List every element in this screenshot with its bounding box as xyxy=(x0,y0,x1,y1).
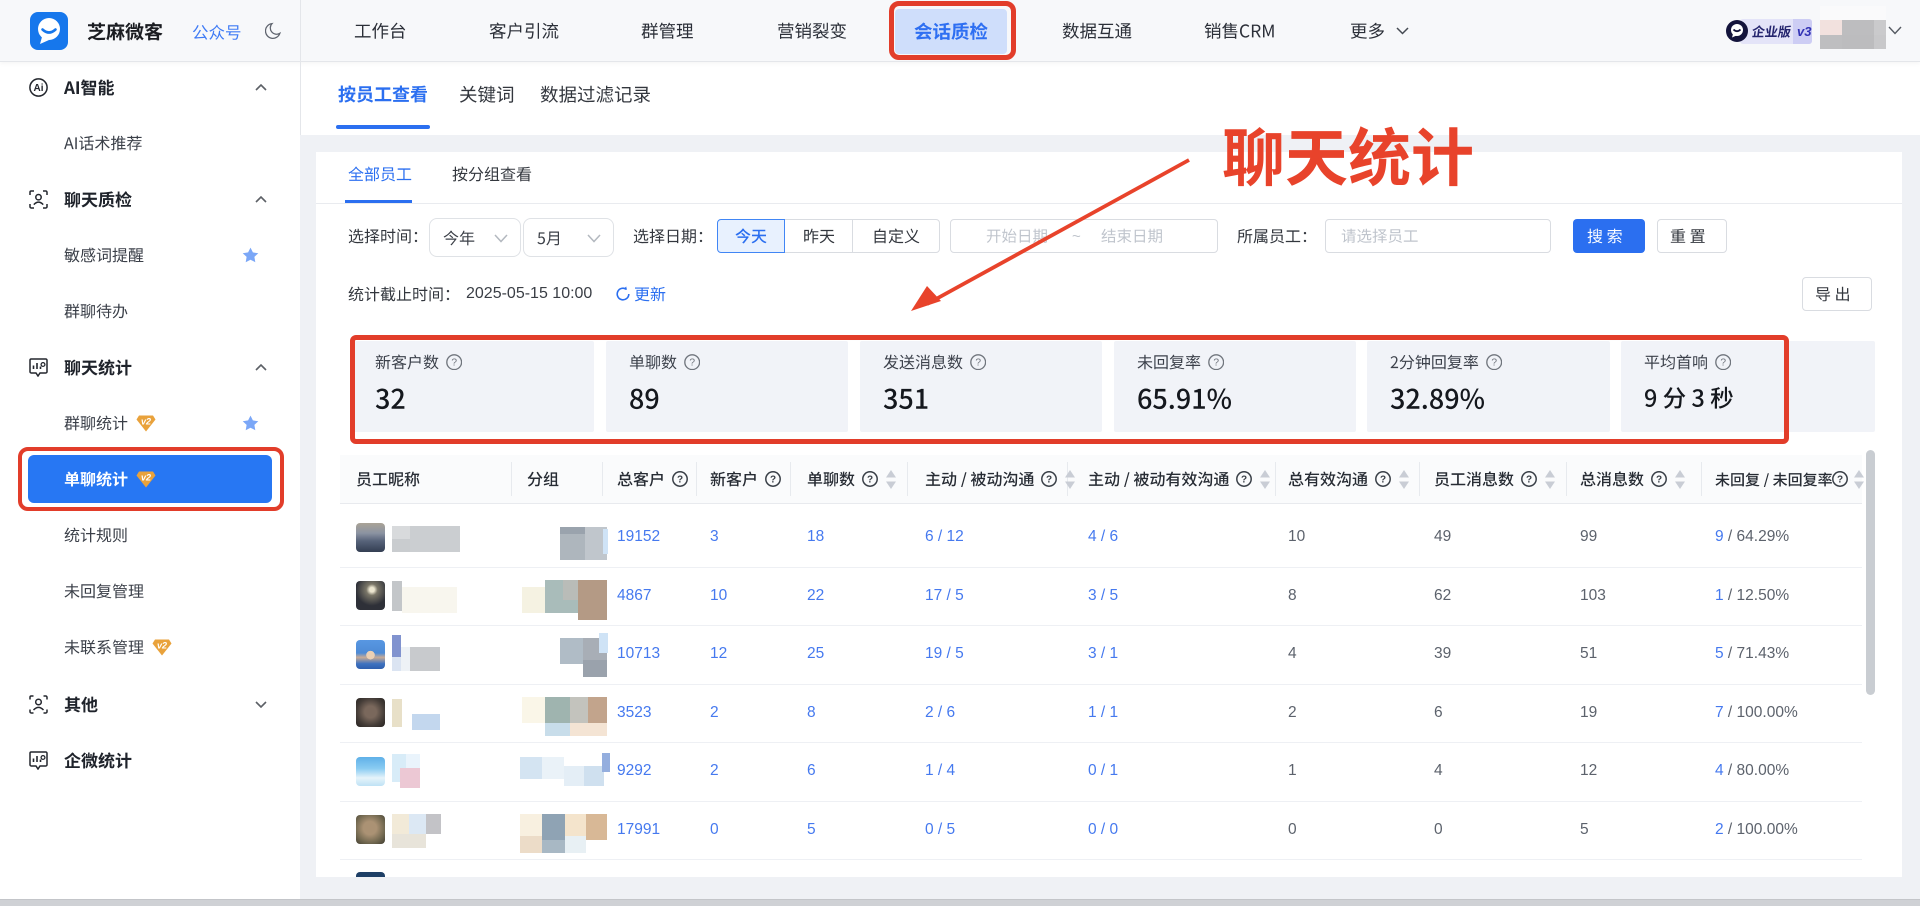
svg-text:?: ? xyxy=(1837,474,1843,485)
svg-text:v2: v2 xyxy=(157,640,167,650)
svg-text:?: ? xyxy=(1241,474,1247,485)
svg-text:?: ? xyxy=(770,474,776,485)
svg-text:?: ? xyxy=(1380,474,1386,485)
svg-text:Ai: Ai xyxy=(34,83,44,94)
svg-text:?: ? xyxy=(677,474,683,485)
svg-text:?: ? xyxy=(1526,474,1532,485)
svg-text:?: ? xyxy=(1046,474,1052,485)
svg-text:v2: v2 xyxy=(141,416,151,426)
svg-text:?: ? xyxy=(867,474,873,485)
svg-text:?: ? xyxy=(1656,474,1662,485)
